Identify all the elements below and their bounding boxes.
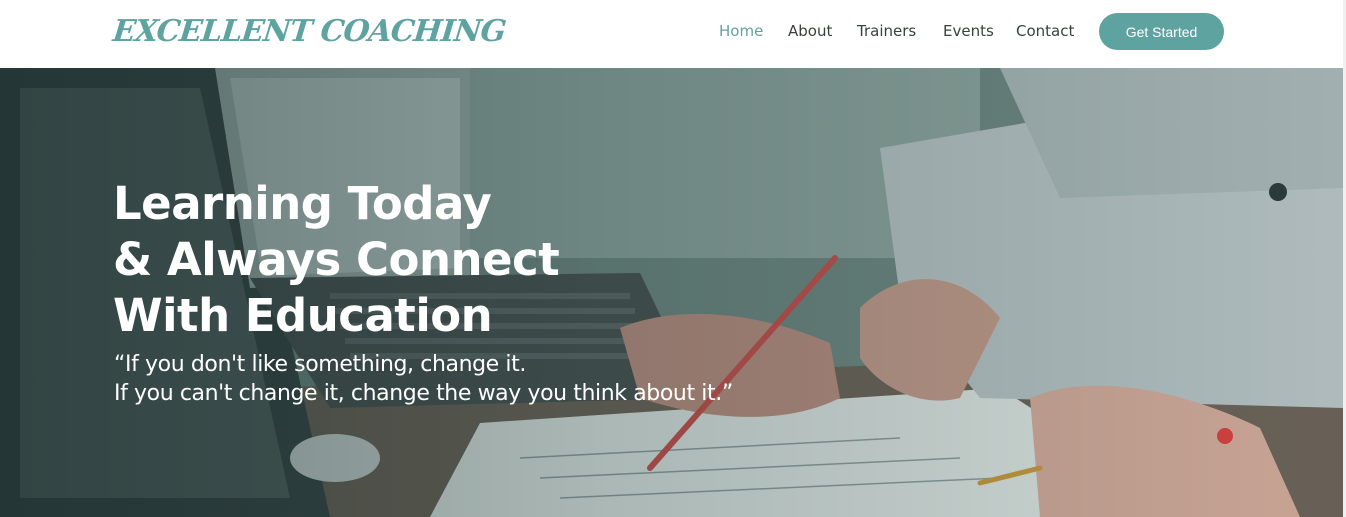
nav-about[interactable]: About [788, 20, 832, 42]
hero-quote-line: If you can't change it, change the way y… [114, 381, 733, 406]
hero-section: Learning Today & Always Connect With Edu… [0, 68, 1343, 517]
hero-title: Learning Today & Always Connect With Edu… [113, 176, 560, 344]
hero-title-line: With Education [113, 289, 493, 342]
hero-quote-line: “If you don't like something, change it. [114, 352, 526, 377]
site-header: EXCELLENT COACHING Home About Trainers E… [0, 0, 1343, 68]
hero-title-line: & Always Connect [113, 233, 560, 286]
get-started-button[interactable]: Get Started [1099, 13, 1224, 50]
hero-quote: “If you don't like something, change it.… [114, 350, 733, 408]
hero-title-line: Learning Today [113, 177, 492, 230]
nav-contact[interactable]: Contact [1016, 20, 1074, 42]
nav-trainers[interactable]: Trainers [857, 20, 916, 42]
nav-events[interactable]: Events [943, 20, 994, 42]
nav-home[interactable]: Home [719, 20, 763, 42]
